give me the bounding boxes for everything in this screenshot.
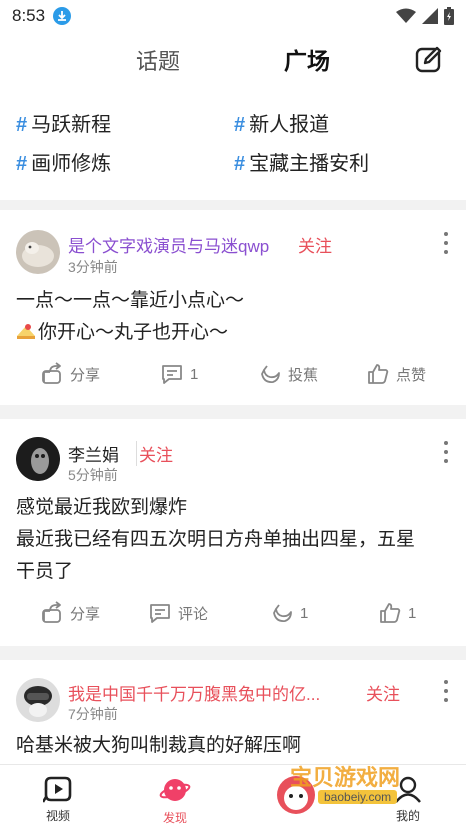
like-label: 点赞 [396,366,427,384]
topic-item[interactable]: # 画师修炼 [16,147,111,176]
avatar[interactable] [16,437,60,481]
edit-post-icon[interactable] [414,44,444,74]
top-nav: 话题 广场 [0,32,466,90]
nav-discover[interactable]: 发现 [145,775,205,826]
hashtag-icon: # [234,153,246,175]
status-time: 8:53 [12,6,46,25]
post-line: 最近我已经有四五次明日方舟单抽出四星，五星 [16,529,416,550]
comment-label: 评论 [178,605,209,623]
post-line-with-emoji: 你开心～丸子也开心～ [16,317,244,349]
share-icon [42,362,61,384]
banana-icon [273,604,292,622]
share-label: 分享 [70,605,101,623]
thumbs-up-icon [368,364,389,384]
post-time: 5分钟前 [68,467,118,483]
cake-emoji-icon [16,319,36,339]
topic-label: 宝藏主播安利 [249,153,370,175]
topic-list: # 马跃新程 # 新人报道 # 画师修炼 # 宝藏主播安利 [0,90,466,200]
post-line: 哈基米被大狗叫制裁真的好解压啊 [16,735,302,756]
post-card[interactable]: 李兰娟 关注 5分钟前 感觉最近我欧到爆炸 最近我已经有四五次明日方舟单抽出四星… [0,419,466,646]
nav-video-label: 视频 [45,809,70,823]
feed-count: 1 [300,604,309,622]
nav-mine-label: 我的 [395,809,420,823]
tab-square[interactable]: 广场 [284,42,330,79]
post-actions: 分享 1 投蕉 点赞 [0,362,466,390]
post-time: 3分钟前 [68,259,118,275]
topic-label: 马跃新程 [31,114,112,136]
thumbs-up-icon [380,603,401,623]
post-content[interactable]: 感觉最近我欧到爆炸 最近我已经有四五次明日方舟单抽出四星，五星 干员了 [16,492,415,588]
follow-button[interactable]: 关注 [298,232,332,257]
status-bar: 8:53 [0,0,466,32]
post-content[interactable]: 一点～一点～靠近小点心～ 你开心～丸子也开心～ [16,285,244,349]
comment-count: 1 [190,365,199,383]
topic-item[interactable]: # 马跃新程 [16,108,111,137]
watermark-url: baobeiy.com [318,790,398,804]
topic-label: 新人报道 [249,114,330,136]
share-button[interactable]: 分享 [40,601,100,625]
share-button[interactable]: 分享 [40,362,100,386]
planet-icon [159,779,191,801]
topic-item[interactable]: # 新人报道 [234,108,329,137]
username[interactable]: 李兰娟 [68,441,119,466]
download-icon [53,7,72,25]
tab-topic[interactable]: 话题 [136,44,180,76]
username[interactable]: 是个文字戏演员与马迷qwp [68,232,269,257]
post-line: 感觉最近我欧到爆炸 [16,497,188,518]
follow-button[interactable]: 关注 [366,680,400,705]
comment-icon [150,604,170,623]
comment-button[interactable]: 1 [160,362,198,386]
topic-item[interactable]: # 宝藏主播安利 [234,147,369,176]
feed-banana-button[interactable]: 投蕉 [258,362,318,386]
post-card[interactable]: 我是中国千千万万腹黑兔中的亿... 关注 7分钟前 哈基米被大狗叫制裁真的好解压… [0,660,466,764]
like-count: 1 [408,604,417,622]
feed-label: 投蕉 [288,366,319,384]
video-play-icon [43,776,72,803]
username[interactable]: 我是中国千千万万腹黑兔中的亿... [68,680,320,705]
banana-icon [261,365,280,383]
post-actions: 分享 评论 1 1 [0,601,466,629]
wifi-icon [396,8,416,23]
like-button[interactable]: 1 [378,601,416,625]
post-content[interactable]: 哈基米被大狗叫制裁真的好解压啊 [16,730,301,762]
feed-banana-button[interactable]: 1 [270,601,308,625]
post-card[interactable]: 是个文字戏演员与马迷qwp 关注 3分钟前 一点～一点～靠近小点心～ 你开心～丸… [0,210,466,405]
post-time: 7分钟前 [68,706,118,722]
comment-icon [162,365,182,384]
share-label: 分享 [70,366,101,384]
more-options-icon[interactable] [442,441,450,463]
like-button[interactable]: 点赞 [366,362,426,386]
watermark-title: 宝贝游戏网 [290,765,401,790]
nav-video[interactable]: 视频 [28,775,88,824]
signal-icon [422,8,438,24]
post-line-text: 你开心～丸子也开心～ [38,322,229,343]
hashtag-icon: # [16,114,28,136]
avatar[interactable] [16,678,60,722]
active-tab-indicator [286,74,330,79]
more-options-icon[interactable] [442,232,450,254]
post-line: 一点～一点～靠近小点心～ [16,290,245,311]
avatar[interactable] [16,230,60,274]
hashtag-icon: # [16,153,28,175]
tab-square-label: 广场 [284,48,330,74]
post-line: 干员了 [16,561,74,582]
more-options-icon[interactable] [442,680,450,702]
battery-icon [444,7,454,25]
share-icon [42,601,61,623]
hashtag-icon: # [234,114,246,136]
topic-label: 画师修炼 [31,153,112,175]
nav-discover-label: 发现 [162,811,187,825]
comment-button[interactable]: 评论 [148,601,208,625]
follow-button[interactable]: 关注 [136,441,173,466]
